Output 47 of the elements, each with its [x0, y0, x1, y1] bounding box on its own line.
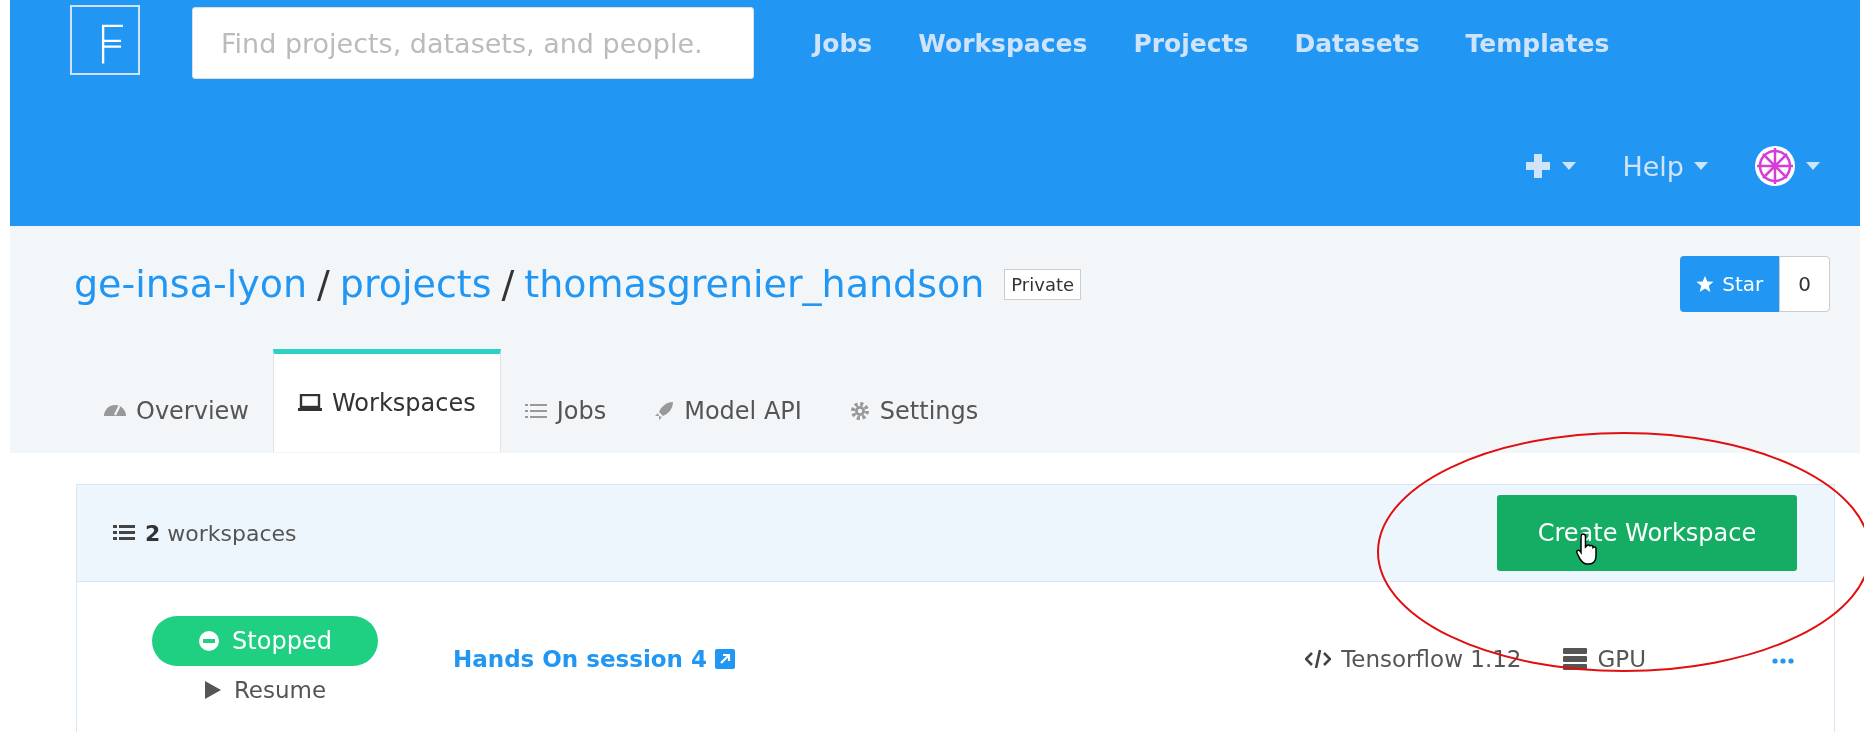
environment-label: Tensorflow 1.12 — [1305, 646, 1522, 672]
breadcrumb-link[interactable]: thomasgrenier_handson — [524, 262, 985, 306]
code-icon — [1305, 649, 1332, 669]
workspace-link[interactable]: Hands On session 4 — [453, 646, 735, 672]
gear-icon — [849, 400, 870, 421]
laptop-icon — [298, 394, 322, 412]
breadcrumb-link[interactable]: ge-insa-lyon — [74, 262, 308, 306]
list-icon — [524, 402, 547, 419]
breadcrumb-link[interactable]: projects — [339, 262, 492, 306]
server-icon — [1563, 648, 1588, 670]
avatar-icon — [1754, 145, 1796, 187]
nav-link[interactable]: Jobs — [790, 28, 896, 58]
machine-label: GPU — [1563, 646, 1646, 672]
tab[interactable]: Settings — [825, 364, 1003, 452]
resume-button[interactable]: Resume — [197, 676, 333, 704]
breadcrumb-separator: / — [501, 262, 515, 306]
create-workspace-button[interactable]: Create Workspace — [1497, 495, 1797, 571]
tab[interactable]: Overview — [80, 364, 273, 452]
help-menu[interactable]: Help — [1622, 150, 1708, 182]
tab[interactable]: Model API — [630, 364, 826, 452]
logo-icon[interactable] — [70, 5, 140, 75]
star-icon — [1696, 275, 1715, 293]
nav-link[interactable]: Projects — [1110, 28, 1272, 58]
breadcrumb-separator: / — [317, 262, 330, 306]
caret-icon — [1562, 162, 1577, 170]
caret-icon — [1694, 162, 1708, 170]
play-icon — [203, 680, 222, 700]
workspace-count: 2 workspaces — [145, 520, 297, 546]
search-field[interactable]: Find projects, datasets, and people. — [192, 7, 754, 79]
star-button[interactable]: Star — [1680, 256, 1780, 312]
rocket-icon — [654, 400, 675, 421]
visibility-badge: Private — [1004, 268, 1082, 300]
nav-link[interactable]: Workspaces — [895, 28, 1111, 58]
nav-link[interactable]: Templates — [1442, 28, 1633, 58]
caret-icon — [1806, 162, 1820, 170]
star-count: 0 — [1779, 256, 1830, 312]
external-link-icon — [715, 649, 735, 669]
tab[interactable]: Jobs — [500, 364, 631, 452]
list-icon — [113, 524, 135, 542]
tab[interactable]: Workspaces — [273, 349, 501, 452]
plus-icon — [1524, 152, 1553, 180]
add-menu-button[interactable] — [1524, 152, 1577, 180]
status-badge: Stopped — [152, 616, 378, 666]
gauge-icon — [104, 405, 126, 416]
stop-icon — [198, 630, 221, 652]
nav-link[interactable]: Datasets — [1271, 28, 1443, 58]
user-menu-button[interactable] — [1754, 145, 1820, 187]
